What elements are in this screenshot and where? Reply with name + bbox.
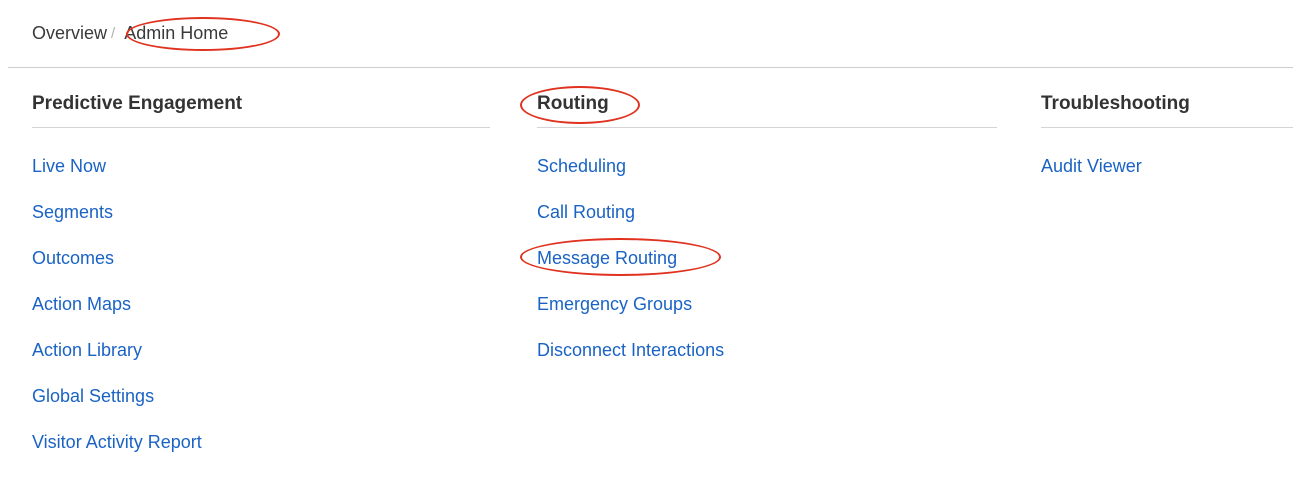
section-routing: Routing Scheduling Call Routing Message … (537, 90, 997, 386)
section-heading: Routing (537, 93, 609, 114)
link-global-settings[interactable]: Global Settings (32, 386, 154, 406)
section-heading: Predictive Engagement (32, 93, 243, 114)
link-visitor-activity-report[interactable]: Visitor Activity Report (32, 432, 202, 452)
breadcrumb-separator: / (111, 24, 116, 42)
link-list: Audit Viewer (1041, 156, 1293, 202)
link-segments[interactable]: Segments (32, 202, 113, 222)
divider (8, 67, 1293, 68)
section-predictive-engagement: Predictive Engagement Live Now Segments … (32, 90, 490, 478)
link-disconnect-interactions[interactable]: Disconnect Interactions (537, 340, 724, 360)
link-list: Live Now Segments Outcomes Action Maps A… (32, 156, 490, 478)
link-action-library[interactable]: Action Library (32, 340, 142, 360)
link-scheduling[interactable]: Scheduling (537, 156, 626, 176)
link-audit-viewer[interactable]: Audit Viewer (1041, 156, 1142, 176)
breadcrumb: Overview / Admin Home (32, 20, 232, 46)
link-action-maps[interactable]: Action Maps (32, 294, 131, 314)
link-call-routing[interactable]: Call Routing (537, 202, 635, 222)
link-list: Scheduling Call Routing Message Routing … (537, 156, 997, 386)
section-troubleshooting: Troubleshooting Audit Viewer (1041, 90, 1293, 202)
section-heading: Troubleshooting (1041, 93, 1190, 114)
section-divider (537, 127, 997, 128)
link-message-routing[interactable]: Message Routing (537, 248, 677, 268)
link-outcomes[interactable]: Outcomes (32, 248, 114, 268)
link-emergency-groups[interactable]: Emergency Groups (537, 294, 692, 314)
section-divider (32, 127, 490, 128)
link-live-now[interactable]: Live Now (32, 156, 106, 176)
breadcrumb-overview[interactable]: Overview (32, 23, 107, 44)
breadcrumb-admin-home[interactable]: Admin Home (120, 23, 232, 44)
section-divider (1041, 127, 1293, 128)
